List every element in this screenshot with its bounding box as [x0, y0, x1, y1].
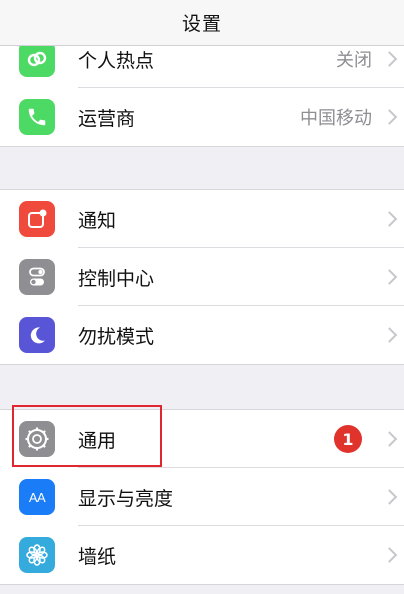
chevron-right-icon: [381, 211, 398, 227]
settings-row-value: 关闭: [336, 50, 372, 71]
link-icon: [19, 41, 55, 77]
settings-row-label: 个人热点: [78, 49, 155, 72]
settings-row-label: 控制中心: [78, 267, 155, 290]
flower-icon: [19, 537, 55, 573]
settings-row-control-center[interactable]: 控制中心: [0, 248, 404, 306]
settings-row-label: 墙纸: [78, 545, 117, 568]
phone-icon: [19, 99, 55, 135]
highlight-annotation-box: [12, 405, 162, 467]
settings-row-value: 中国移动: [300, 108, 372, 129]
aa-glyph: AA: [28, 489, 46, 505]
settings-row-label: 显示与亮度: [78, 487, 174, 510]
chevron-right-icon: [381, 109, 398, 125]
settings-row-display-brightness[interactable]: AA 显示与亮度: [0, 468, 404, 526]
settings-group-system: 通知 控制中心 勿扰模式: [0, 189, 404, 365]
settings-row-notifications[interactable]: 通知: [0, 190, 404, 248]
notification-badge: 1: [334, 425, 362, 453]
settings-row-label: 运营商: [78, 107, 136, 130]
chevron-right-icon: [381, 431, 398, 447]
settings-row-label: 通知: [78, 209, 117, 232]
moon-icon: [19, 317, 55, 353]
chevron-right-icon: [381, 269, 398, 285]
chevron-right-icon: [381, 547, 398, 563]
settings-row-do-not-disturb[interactable]: 勿扰模式: [0, 306, 404, 364]
page-title: 设置: [181, 13, 222, 35]
chevron-right-icon: [381, 327, 398, 343]
aa-icon: AA: [19, 479, 55, 515]
chevron-right-icon: [381, 489, 398, 505]
navigation-bar: 设置: [0, 0, 404, 46]
settings-row-label: 勿扰模式: [78, 325, 155, 348]
settings-screen: 设置 个人热点 关闭 运营商 中国移动 通知 控制中心 勿扰模式 通用 1 AA…: [0, 0, 404, 594]
toggle-icon: [19, 259, 55, 295]
notification-icon: [19, 201, 55, 237]
settings-row-wallpaper[interactable]: 墙纸: [0, 526, 404, 584]
settings-row-carrier[interactable]: 运营商 中国移动: [0, 88, 404, 146]
settings-group-network: 个人热点 关闭 运营商 中国移动: [0, 29, 404, 147]
chevron-right-icon: [381, 51, 398, 67]
